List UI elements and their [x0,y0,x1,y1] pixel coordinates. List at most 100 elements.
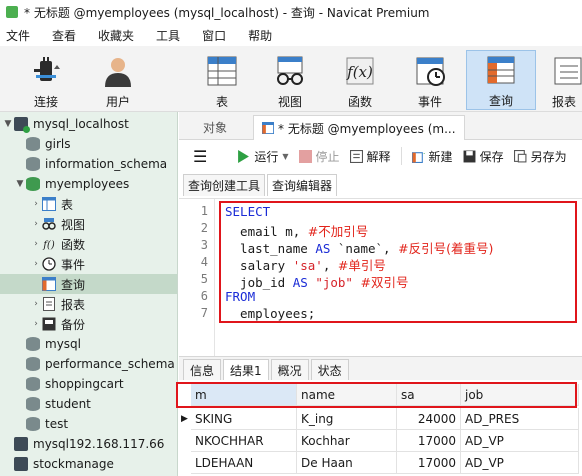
query-toolbar: ☰ 运行 ▼ 停止 解释 + 新建 保存 另存为 [179,140,582,172]
new-query-icon: + [411,150,425,163]
line-number: 3 [200,238,208,252]
tree-item-shoppingcart[interactable]: shoppingcart [0,374,177,394]
tab-query-editor[interactable]: 查询编辑器 [267,174,338,196]
report-button[interactable]: 报表 [552,50,582,110]
chevron-down-icon[interactable]: ▼ [14,179,26,189]
tab-query-builder[interactable]: 查询创建工具 [183,174,266,196]
event-button[interactable]: 事件 [406,50,454,110]
database-icon [26,397,40,411]
table-cell[interactable]: K_ing [297,408,397,430]
chevron-right-icon[interactable]: › [30,319,42,329]
toolbar-divider [400,147,402,165]
line-number: 7 [200,306,208,320]
table-cell[interactable]: 24000 [397,408,461,430]
menu-tools[interactable]: 工具 [156,27,180,44]
grid-header: m name sa job [176,380,582,408]
menu-window[interactable]: 窗口 [202,27,226,44]
main-panel: 对象 * 无标题 @myemployees (m... ☰ 运行 ▼ 停止 解释… [176,112,582,476]
explain-button[interactable]: 解释 [349,148,391,165]
tree-item-reports[interactable]: › 报表 [0,294,177,314]
table-button[interactable]: 表 [198,50,246,110]
tree-item-backups[interactable]: › 备份 [0,314,177,334]
table-cell[interactable]: AD_VP [461,452,579,474]
table-cell[interactable]: LDEHAAN [191,452,297,474]
tree-item-mysql[interactable]: mysql [0,334,177,354]
tree-item-functions[interactable]: › f() 函数 [0,234,177,254]
table-cell[interactable]: SKING [191,408,297,430]
tab-profile[interactable]: 概况 [270,359,309,380]
table-cell[interactable]: 17000 [397,430,461,452]
line-number: 5 [200,272,208,286]
server-icon [14,457,28,471]
connect-button[interactable]: 连接 [12,50,80,110]
view-button[interactable]: 视图 [266,50,314,110]
chevron-right-icon[interactable]: › [30,239,42,249]
event-icon [416,57,445,86]
server-icon [14,117,30,133]
chevron-right-icon[interactable]: › [30,259,42,269]
tree-item-tables[interactable]: › 表 [0,194,177,214]
menu-bar: 文件 查看 收藏夹 工具 窗口 帮助 [0,24,582,46]
database-icon [26,357,40,371]
line-number: 4 [200,255,208,269]
document-tabs: 对象 * 无标题 @myemployees (m... [179,112,582,140]
tab-result-1[interactable]: 结果1 [223,359,269,380]
line-number: 6 [200,289,208,303]
main-toolbar: 连接 用户 表 视图 f(x) 函数 事件 查询 报表 [0,46,582,112]
tree-item-myemployees[interactable]: ▼ myemployees [0,174,177,194]
window-title: * 无标题 @myemployees (mysql_localhost) - 查… [24,5,430,20]
table-cell[interactable]: AD_VP [461,430,579,452]
sql-editor[interactable]: 1 2 3 4 5 6 7 SELECT email m, #不加引号 last… [179,198,582,357]
glasses-icon [42,218,56,230]
save-as-button[interactable]: 另存为 [513,148,567,165]
query-button[interactable]: 查询 [466,50,536,110]
backup-icon [42,317,56,331]
tab-status[interactable]: 状态 [310,359,349,380]
table-cell[interactable]: Kochhar [297,430,397,452]
tree-item-student[interactable]: student [0,394,177,414]
highlight-box [176,382,577,408]
user-button[interactable]: 用户 [94,50,142,110]
tab-info[interactable]: 信息 [183,359,222,380]
stop-button[interactable]: 停止 [298,148,340,165]
chevron-right-icon[interactable]: › [30,219,42,229]
stop-icon [298,149,312,163]
query-icon [42,277,56,291]
tree-item-performance-schema[interactable]: performance_schema [0,354,177,374]
tree-item-information-schema[interactable]: information_schema [0,154,177,174]
tree-item-mysql-localhost[interactable]: ▼ mysql_localhost [0,114,177,134]
run-button[interactable]: 运行 ▼ [237,148,289,165]
tree-item-girls[interactable]: girls [0,134,177,154]
menu-file[interactable]: 文件 [6,27,30,44]
tree-item-mysql-remote[interactable]: mysql192.168.117.66 [0,434,177,454]
chevron-down-icon[interactable]: ▼ [2,119,14,129]
chevron-right-icon[interactable]: › [30,199,42,209]
save-button[interactable]: 保存 [463,148,504,165]
function-button[interactable]: f(x) 函数 [336,50,384,110]
menu-view[interactable]: 查看 [52,27,76,44]
function-icon: f(x) [346,57,374,85]
current-row-marker-icon: ▶ [181,414,188,424]
tree-item-events[interactable]: › 事件 [0,254,177,274]
hamburger-menu-icon[interactable]: ☰ [193,147,207,166]
menu-favorites[interactable]: 收藏夹 [98,27,134,44]
table-cell[interactable]: De Haan [297,452,397,474]
new-button[interactable]: + 新建 [411,148,453,165]
tab-objects[interactable]: 对象 [195,115,235,140]
save-icon [463,150,476,162]
tab-query-untitled[interactable]: * 无标题 @myemployees (m... [253,115,465,140]
report-icon [554,57,582,85]
highlight-box [219,201,577,323]
database-icon [26,137,40,151]
table-cell[interactable]: AD_PRES [461,408,579,430]
chevron-right-icon[interactable]: › [30,299,42,309]
tree-item-test[interactable]: test [0,414,177,434]
tree-item-queries[interactable]: 查询 [0,274,177,294]
tree-item-stockmanage[interactable]: stockmanage [0,454,177,474]
table-cell[interactable]: NKOCHHAR [191,430,297,452]
chevron-down-icon[interactable]: ▼ [282,152,288,161]
line-number: 1 [200,204,208,218]
table-cell[interactable]: 17000 [397,452,461,474]
tree-item-views[interactable]: › 视图 [0,214,177,234]
menu-help[interactable]: 帮助 [248,27,272,44]
